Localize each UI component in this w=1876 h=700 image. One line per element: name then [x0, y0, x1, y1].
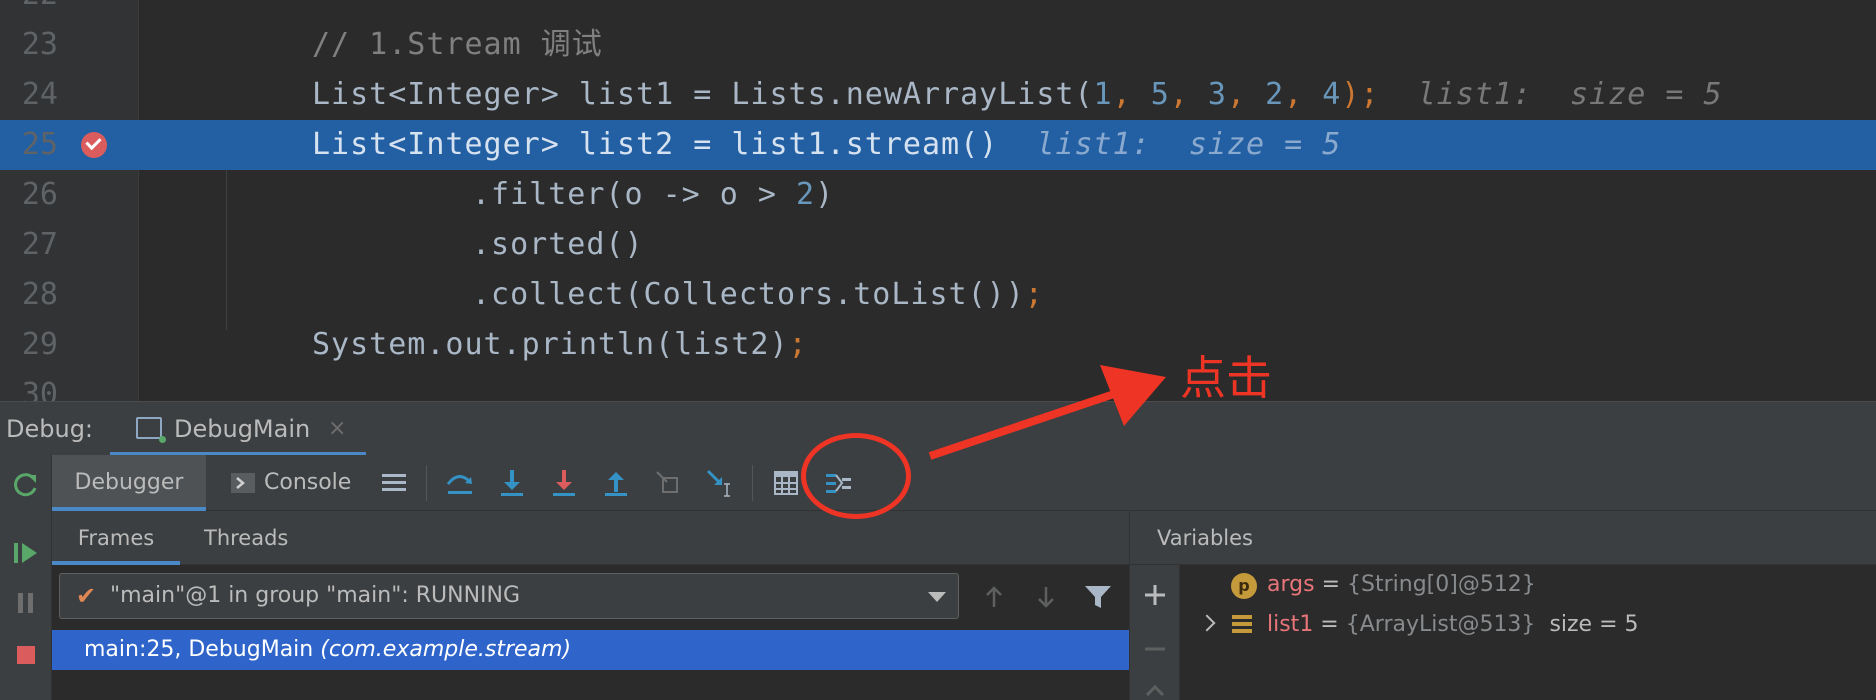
- line-number: 27: [21, 227, 58, 262]
- console-icon: [231, 473, 255, 493]
- toolbar-separator: [752, 465, 753, 501]
- debug-session-tab[interactable]: DebugMain ×: [110, 402, 366, 456]
- code-line-22: 22: [0, 0, 1876, 20]
- drop-frame-icon[interactable]: [650, 465, 686, 501]
- frame-text: main:25, DebugMain (com.example.stream): [84, 637, 572, 662]
- variables-panel: Variables p args = {String[0]@512} list1…: [1129, 511, 1876, 700]
- variables-header: Variables: [1130, 511, 1876, 565]
- variable-text: list1 = {ArrayList@513} size = 5: [1267, 612, 1639, 637]
- line-number: 24: [21, 77, 58, 112]
- code-line-29: 29 System.out.println(list2);: [0, 320, 1876, 370]
- frame-row-selected[interactable]: main:25, DebugMain (com.example.stream): [52, 630, 1129, 670]
- tab-threads-label: Threads: [204, 526, 289, 550]
- code-comment: // 1.Stream 调试: [312, 27, 603, 62]
- step-into-icon[interactable]: [494, 465, 530, 501]
- code-text: List<Integer> list2 = list1.stream() lis…: [312, 127, 1342, 162]
- tab-frames-label: Frames: [77, 526, 155, 550]
- code-line-25-current: 25 List<Integer> list2 = list1.stream() …: [0, 120, 1876, 170]
- frames-tab-bar: Frames Threads: [52, 511, 1129, 565]
- inline-value-hint: list1: size = 5: [1036, 127, 1342, 162]
- variable-text: args = {String[0]@512}: [1267, 572, 1536, 597]
- step-over-icon[interactable]: [442, 465, 478, 501]
- frames-panel: Frames Threads ✔ "main"@1 in group "main…: [52, 511, 1129, 700]
- current-line-marker: [140, 120, 228, 170]
- arrow-up-icon[interactable]: [978, 581, 1010, 613]
- tab-debugger[interactable]: Debugger: [52, 455, 206, 511]
- force-step-into-icon[interactable]: [546, 465, 582, 501]
- line-number: 25: [21, 127, 58, 162]
- debug-tool-window-header: Debug: DebugMain ×: [0, 401, 1876, 456]
- chevron-right-icon[interactable]: [1198, 614, 1216, 632]
- tab-debugger-label: Debugger: [74, 470, 184, 495]
- line-number: 30: [21, 377, 58, 401]
- code-text: .collect(Collectors.toList());: [472, 277, 1044, 312]
- chevron-down-icon: [928, 592, 946, 602]
- annotation-circle: [801, 433, 911, 519]
- step-out-icon[interactable]: [598, 465, 634, 501]
- code-text: List<Integer> list1 = Lists.newArrayList…: [312, 77, 1723, 112]
- line-number: 23: [21, 27, 58, 62]
- code-text: .sorted(): [472, 227, 644, 262]
- arrow-down-icon[interactable]: [1030, 581, 1062, 613]
- annotation-label: 点击: [1180, 351, 1272, 405]
- tab-frames[interactable]: Frames: [52, 511, 180, 565]
- filter-icon[interactable]: [1082, 581, 1114, 613]
- evaluate-expression-icon[interactable]: [768, 465, 804, 501]
- pause-program-icon[interactable]: [8, 585, 44, 621]
- tab-console-label: Console: [264, 470, 352, 495]
- tab-threads[interactable]: Threads: [204, 511, 288, 565]
- line-number: 26: [21, 177, 58, 212]
- session-label: DebugMain: [174, 415, 311, 443]
- variables-tools: [1130, 565, 1180, 700]
- code-line-24: 24 List<Integer> list1 = Lists.newArrayL…: [0, 70, 1876, 120]
- breakpoint-icon[interactable]: [81, 132, 107, 158]
- parameter-icon: p: [1231, 573, 1257, 599]
- variable-row-list1[interactable]: list1 = {ArrayList@513} size = 5: [1180, 605, 1876, 645]
- close-tab-icon[interactable]: ×: [328, 402, 346, 456]
- debugger-toolbar: Debugger Console: [52, 455, 1876, 511]
- field-list-icon: [1232, 615, 1252, 635]
- remove-watch-icon[interactable]: [1141, 635, 1169, 663]
- stop-icon[interactable]: [8, 637, 44, 673]
- tab-console[interactable]: Console: [230, 455, 351, 511]
- thread-selector[interactable]: ✔ "main"@1 in group "main": RUNNING: [59, 573, 959, 619]
- thread-suspended-icon: ✔: [76, 582, 97, 610]
- variable-row-args[interactable]: p args = {String[0]@512}: [1180, 565, 1876, 605]
- code-line-28: 28 .collect(Collectors.toList());: [0, 270, 1876, 320]
- code-text: .filter(o -> o > 2): [472, 177, 835, 212]
- inline-value-hint: list1: size = 5: [1417, 77, 1723, 112]
- code-text: System.out.println(list2);: [312, 327, 808, 362]
- tab-underline: [52, 561, 180, 565]
- add-watch-icon[interactable]: [1141, 581, 1169, 609]
- code-line-26: 26 .filter(o -> o > 2): [0, 170, 1876, 220]
- resume-program-icon[interactable]: [8, 535, 44, 571]
- line-number: 29: [21, 327, 58, 362]
- debug-side-controls: [0, 455, 52, 700]
- debug-title: Debug:: [6, 415, 94, 443]
- thread-selector-value: "main"@1 in group "main": RUNNING: [110, 583, 521, 608]
- show-execution-point-icon[interactable]: [376, 465, 412, 501]
- toolbar-separator: [426, 465, 427, 501]
- run-config-icon: [136, 417, 166, 443]
- rerun-icon[interactable]: [8, 467, 44, 503]
- line-number: 28: [21, 277, 58, 312]
- chevron-up-icon[interactable]: [1141, 683, 1169, 697]
- run-to-cursor-icon[interactable]: [702, 465, 738, 501]
- code-line-30: 30: [0, 370, 1876, 401]
- line-number: 22: [0, 0, 58, 20]
- code-line-23: 23 // 1.Stream 调试: [0, 20, 1876, 70]
- code-editor[interactable]: 22 23 // 1.Stream 调试 24 List<Integer> li…: [0, 0, 1876, 401]
- variables-title: Variables: [1157, 526, 1253, 550]
- code-line-27: 27 .sorted(): [0, 220, 1876, 270]
